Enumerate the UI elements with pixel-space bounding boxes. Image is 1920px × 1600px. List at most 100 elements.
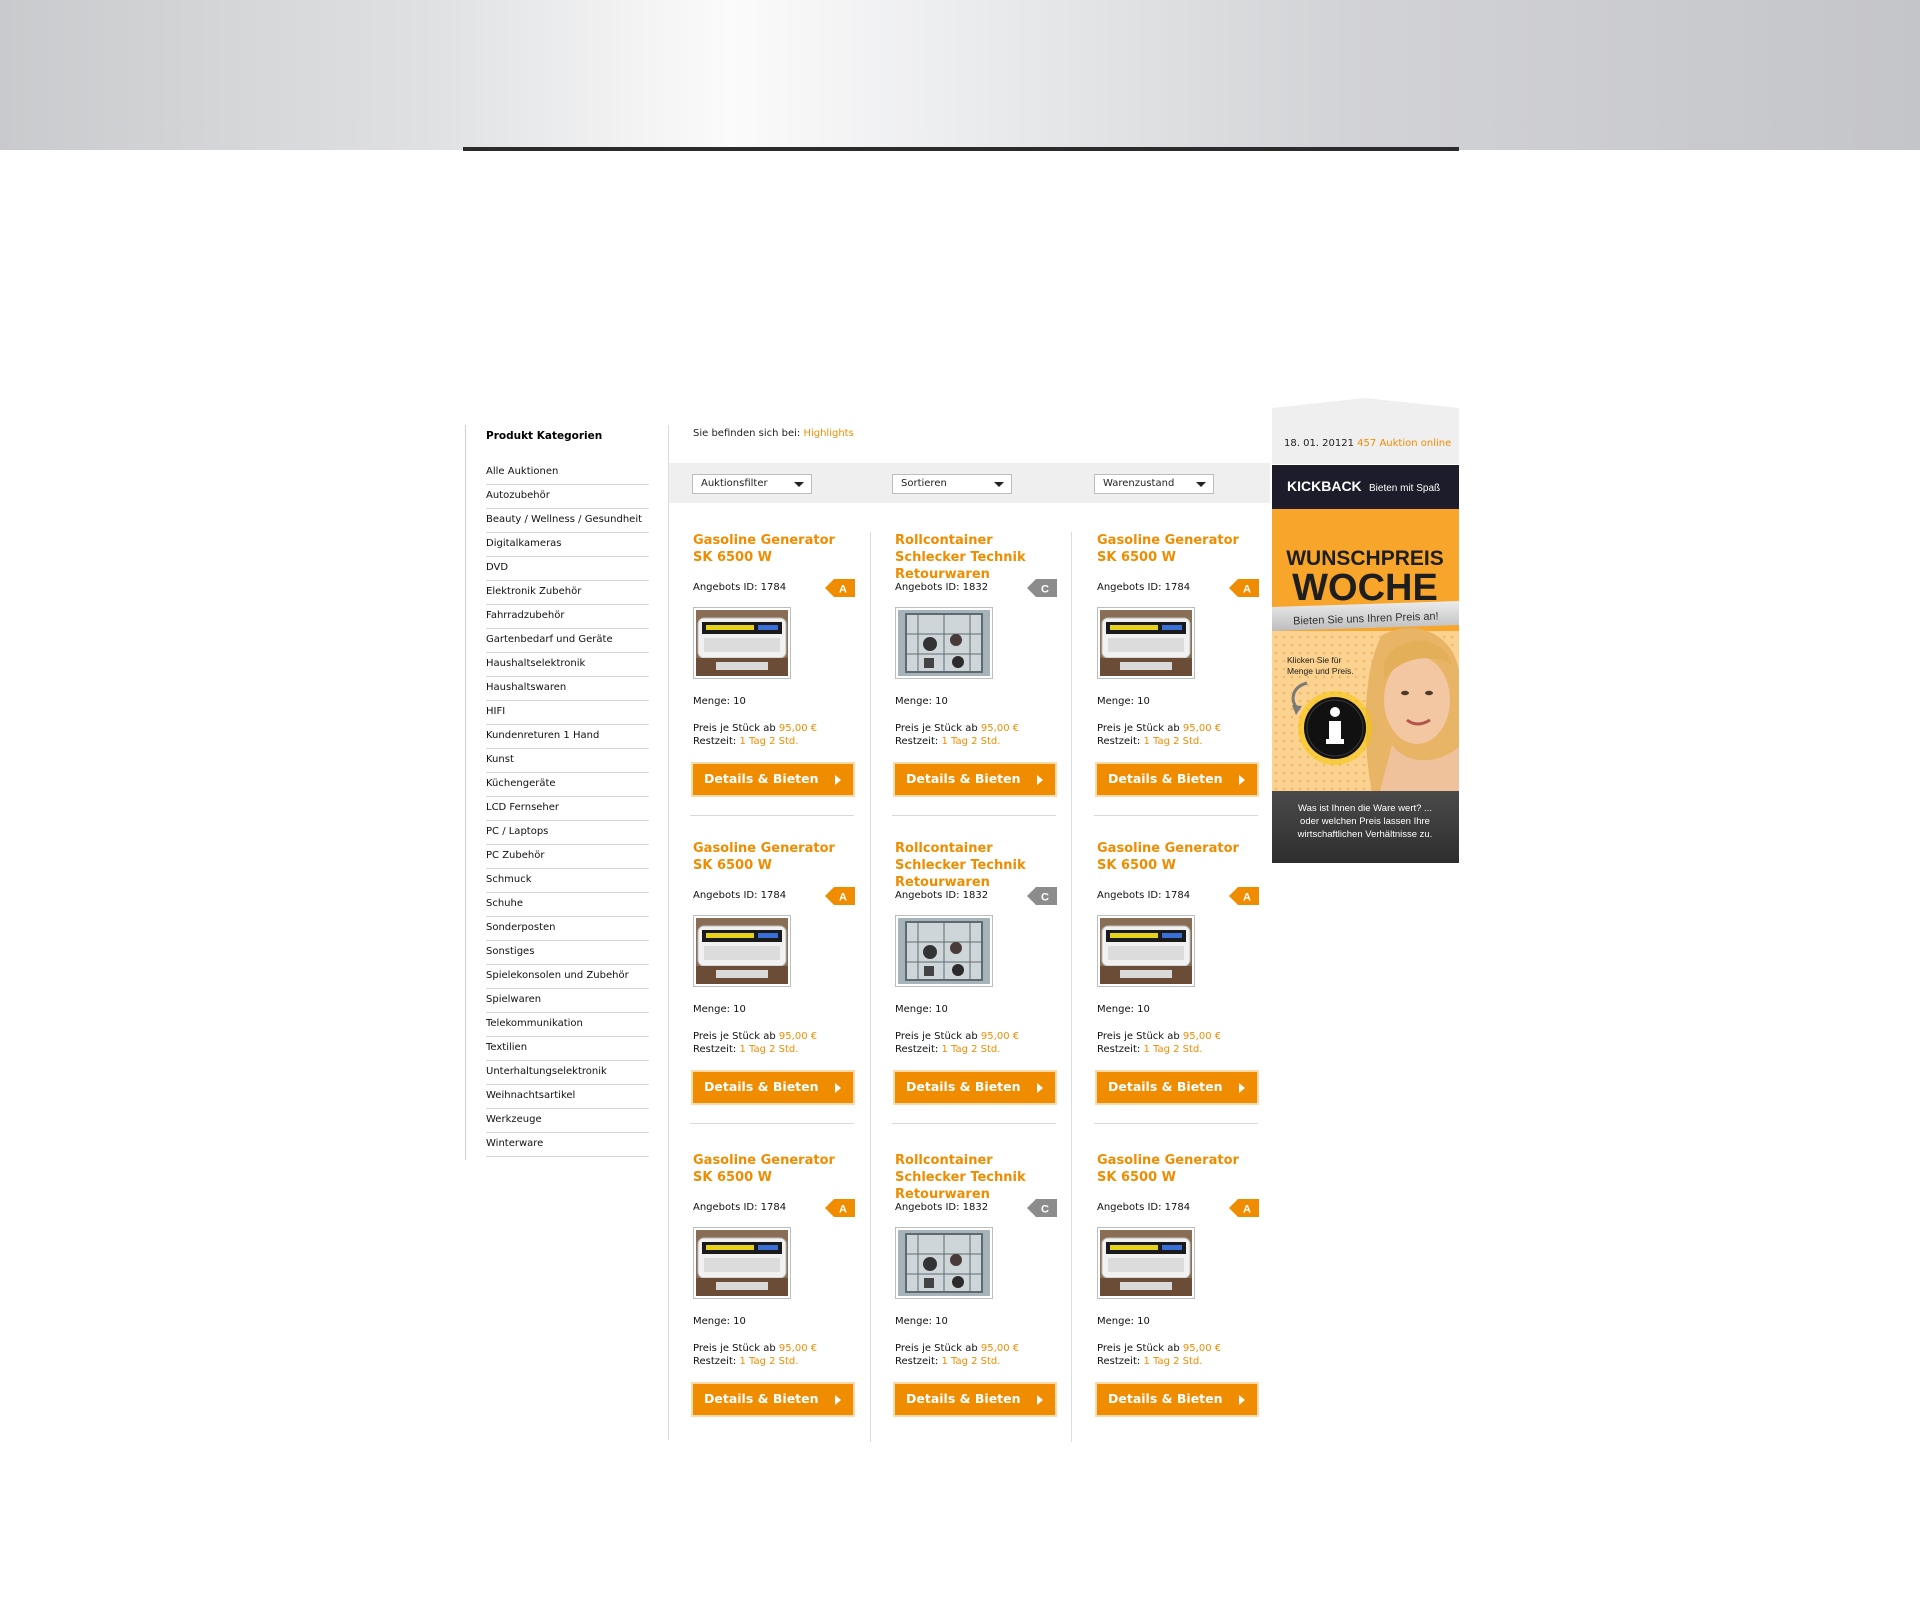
right-panel: 18. 01. 20121 457 Auktion online KICKBAC…	[1272, 398, 1459, 863]
price-label: Preis je Stück ab	[1097, 723, 1180, 734]
condition-select[interactable]: Warenzustand	[1094, 474, 1214, 494]
product-title[interactable]: Gasoline Generator SK 6500 W	[1097, 1152, 1262, 1186]
sidebar-item-category[interactable]: Unterhaltungselektronik	[486, 1061, 649, 1085]
product-thumbnail[interactable]	[693, 1227, 791, 1299]
product-thumbnail[interactable]	[1097, 607, 1195, 679]
sidebar-item-category[interactable]: Schuhe	[486, 893, 649, 917]
time-label: Restzeit:	[895, 736, 939, 747]
product-thumbnail[interactable]	[1097, 915, 1195, 987]
sidebar-item-category[interactable]: Schmuck	[486, 869, 649, 893]
grade-badge: A	[825, 887, 855, 905]
sidebar-item-category[interactable]: Kunst	[486, 749, 649, 773]
product-title[interactable]: Gasoline Generator SK 6500 W	[1097, 532, 1262, 566]
grade-letter: A	[839, 892, 847, 904]
sidebar-item-category[interactable]: Telekommunikation	[486, 1013, 649, 1037]
product-card: Gasoline Generator SK 6500 W Angebots ID:…	[1095, 1152, 1262, 1452]
quantity: Menge: 10	[1097, 1316, 1150, 1327]
time-label: Restzeit:	[1097, 1356, 1141, 1367]
sidebar-item-category[interactable]: Werkzeuge	[486, 1109, 649, 1133]
product-thumbnail[interactable]	[895, 1227, 993, 1299]
category-list: Alle Auktionen Autozubehör Beauty / Wellne…	[486, 461, 649, 1157]
details-bid-label: Details & Bieten	[1108, 1391, 1223, 1406]
product-title[interactable]: Rollcontainer Schlecker Technik Retourwa…	[895, 1152, 1060, 1203]
time-remaining: 1 Tag 2 Std.	[941, 736, 1001, 747]
sidebar-item-category[interactable]: PC / Laptops	[486, 821, 649, 845]
product-thumbnail[interactable]	[693, 915, 791, 987]
price-value: 95,00 €	[980, 1343, 1020, 1354]
product-title[interactable]: Gasoline Generator SK 6500 W	[693, 532, 858, 566]
time-remaining: 1 Tag 2 Std.	[1143, 1356, 1203, 1367]
sidebar-item-category[interactable]: Fahrradzubehör	[486, 605, 649, 629]
sidebar-item-category[interactable]: Weihnachtsartikel	[486, 1085, 649, 1109]
sidebar-item-category[interactable]: LCD Fernseher	[486, 797, 649, 821]
product-title[interactable]: Gasoline Generator SK 6500 W	[1097, 840, 1262, 874]
sort-select[interactable]: Sortieren	[892, 474, 1012, 494]
quantity: Menge: 10	[693, 1316, 746, 1327]
product-photo-generator	[1100, 610, 1192, 676]
wunschpreis-banner[interactable]: KICKBACK Bieten mit Spaß WUNSCHPREIS WOC…	[1272, 465, 1459, 863]
sidebar-item-category[interactable]: Beauty / Wellness / Gesundheit	[486, 509, 649, 533]
offer-id: Angebots ID: 1784	[1097, 582, 1191, 593]
sidebar-item-category[interactable]: Spielwaren	[486, 989, 649, 1013]
details-bid-button[interactable]: Details & Bieten	[691, 762, 855, 797]
time-label: Restzeit:	[1097, 1044, 1141, 1055]
product-card: Gasoline Generator SK 6500 W Angebots ID:…	[1094, 840, 1262, 1140]
auction-filter-select[interactable]: Auktionsfilter	[692, 474, 812, 494]
sidebar-item-category[interactable]: Digitalkameras	[486, 533, 649, 557]
details-bid-button[interactable]: Details & Bieten	[691, 1070, 855, 1105]
details-bid-button[interactable]: Details & Bieten	[893, 1070, 1057, 1105]
sidebar-item-category[interactable]: Haushaltselektronik	[486, 653, 649, 677]
status-box: 18. 01. 20121 457 Auktion online	[1272, 398, 1459, 464]
details-bid-label: Details & Bieten	[704, 771, 819, 786]
status-box-cap	[1272, 398, 1459, 408]
chevron-down-icon	[794, 482, 804, 487]
details-bid-button[interactable]: Details & Bieten	[893, 762, 1057, 797]
info-icon[interactable]	[1298, 691, 1372, 765]
status-line: 18. 01. 20121 457 Auktion online	[1284, 438, 1451, 449]
grade-letter: C	[1041, 584, 1049, 596]
sidebar-item-category[interactable]: HIFI	[486, 701, 649, 725]
sidebar-item-category[interactable]: Spielekonsolen und Zubehör	[486, 965, 649, 989]
sidebar-item-category[interactable]: Elektronik Zubehör	[486, 581, 649, 605]
details-bid-button[interactable]: Details & Bieten	[1095, 762, 1259, 797]
sidebar-item-category[interactable]: Sonstiges	[486, 941, 649, 965]
sidebar-item-category[interactable]: Textilien	[486, 1037, 649, 1061]
details-bid-button[interactable]: Details & Bieten	[1095, 1070, 1259, 1105]
product-thumbnail[interactable]	[1097, 1227, 1195, 1299]
details-bid-label: Details & Bieten	[704, 1079, 819, 1094]
price-info: Preis je Stück ab 95,00 € Restzeit: 1 Tag…	[1097, 1030, 1221, 1056]
sidebar-item-category[interactable]: Winterware	[486, 1133, 649, 1157]
product-thumbnail[interactable]	[895, 607, 993, 679]
banner-hint-2: Menge und Preis.	[1287, 666, 1354, 676]
sidebar-item-category[interactable]: Gartenbedarf und Geräte	[486, 629, 649, 653]
filter-bar: Auktionsfilter Sortieren Warenzustand	[669, 463, 1270, 503]
details-bid-button[interactable]: Details & Bieten	[893, 1382, 1057, 1417]
details-bid-label: Details & Bieten	[906, 771, 1021, 786]
product-title[interactable]: Gasoline Generator SK 6500 W	[693, 840, 858, 874]
sidebar-item-category[interactable]: Sonderposten	[486, 917, 649, 941]
product-thumbnail[interactable]	[693, 607, 791, 679]
sidebar-item-category[interactable]: Haushaltswaren	[486, 677, 649, 701]
product-title[interactable]: Rollcontainer Schlecker Technik Retourwa…	[895, 532, 1060, 583]
details-bid-button[interactable]: Details & Bieten	[691, 1382, 855, 1417]
time-remaining: 1 Tag 2 Std.	[1143, 736, 1203, 747]
banner-footer-1: Was ist Ihnen die Ware wert? ...	[1298, 803, 1432, 814]
breadcrumb-current[interactable]: Highlights	[803, 428, 853, 439]
quantity: Menge: 10	[895, 696, 948, 707]
sidebar-item-category[interactable]: Alle Auktionen	[486, 461, 649, 485]
product-title[interactable]: Gasoline Generator SK 6500 W	[693, 1152, 858, 1186]
online-count[interactable]: 457 Auktion online	[1357, 438, 1451, 449]
sidebar-item-category[interactable]: Autozubehör	[486, 485, 649, 509]
details-bid-button[interactable]: Details & Bieten	[1095, 1382, 1259, 1417]
product-title[interactable]: Rollcontainer Schlecker Technik Retourwa…	[895, 840, 1060, 891]
sidebar-item-category[interactable]: Kundenreturen 1 Hand	[486, 725, 649, 749]
grade-badge: A	[1229, 579, 1259, 597]
offer-id: Angebots ID: 1832	[895, 582, 989, 593]
quantity: Menge: 10	[895, 1004, 948, 1015]
sidebar-item-category[interactable]: DVD	[486, 557, 649, 581]
product-thumbnail[interactable]	[895, 915, 993, 987]
sidebar-item-category[interactable]: Küchengeräte	[486, 773, 649, 797]
time-label: Restzeit:	[895, 1044, 939, 1055]
sidebar-item-category[interactable]: PC Zubehör	[486, 845, 649, 869]
card-divider	[690, 815, 854, 816]
